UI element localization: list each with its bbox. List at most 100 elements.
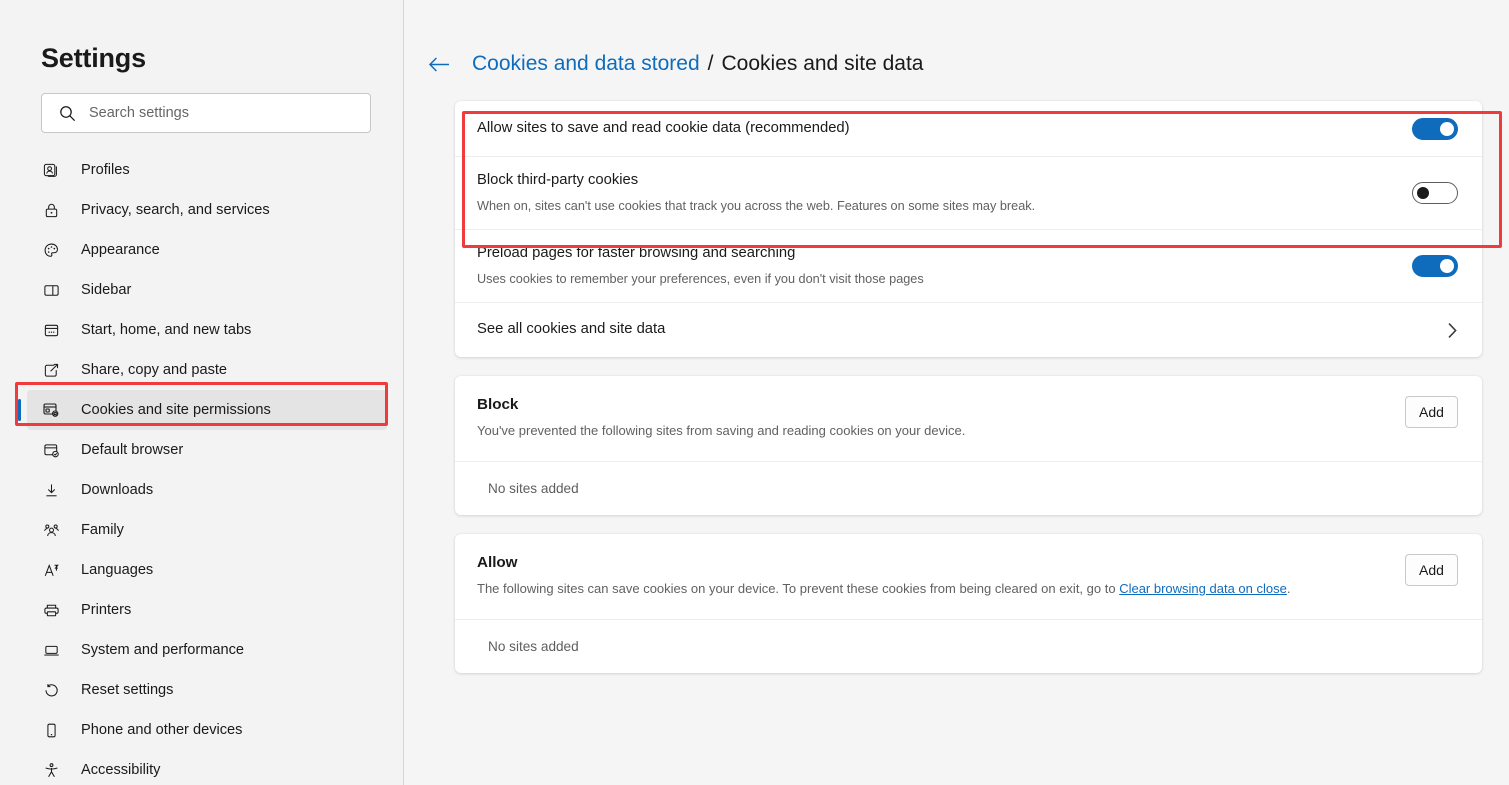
setting-title: See all cookies and site data [477,320,1438,340]
sidebar-item-downloads[interactable]: Downloads [27,470,387,510]
phone-icon [41,720,61,740]
block-section-title: Block [477,396,1379,413]
toggle-preload-pages[interactable] [1412,255,1458,277]
palette-icon [41,240,61,260]
allow-section-title: Allow [477,554,1379,571]
block-section-header: Block You've prevented the following sit… [455,376,1482,461]
sidebar-item-sidebar[interactable]: Sidebar [27,270,387,310]
allow-empty-state: No sites added [455,619,1482,673]
allow-desc-lead: The following sites can save cookies on … [477,581,1119,596]
settings-main-content: Cookies and data stored / Cookies and si… [404,0,1509,785]
toggle-knob [1440,122,1454,136]
breadcrumb: Cookies and data stored / Cookies and si… [428,52,1509,76]
setting-row-preload-pages: Preload pages for faster browsing and se… [455,229,1482,302]
setting-text: Preload pages for faster browsing and se… [477,230,1412,302]
sidebar-item-privacy-search-services[interactable]: Privacy, search, and services [27,190,387,230]
sidebar-item-accessibility[interactable]: Accessibility [27,750,387,785]
block-section-description: You've prevented the following sites fro… [477,422,1379,441]
sidebar-item-label: Accessibility [81,762,160,778]
sidebar-item-phone-and-other-devices[interactable]: Phone and other devices [27,710,387,750]
toggle-knob [1440,259,1454,273]
share-icon [41,360,61,380]
family-people-icon [41,520,61,540]
default-browser-check-icon [41,440,61,460]
breadcrumb-parent-link[interactable]: Cookies and data stored [472,52,700,76]
block-section-text: Block You've prevented the following sit… [477,396,1405,441]
sidebar-item-start-home-new-tabs[interactable]: Start, home, and new tabs [27,310,387,350]
breadcrumb-separator: / [708,52,714,76]
allow-section-text: Allow The following sites can save cooki… [477,554,1405,599]
allow-section-header: Allow The following sites can save cooki… [455,534,1482,619]
browser-window-icon [41,320,61,340]
setting-text: Block third-party cookies When on, sites… [477,157,1412,229]
setting-row-allow-sites-save-read: Allow sites to save and read cookie data… [455,101,1482,156]
sidebar-item-label: Share, copy and paste [81,362,227,378]
sidebar-item-profiles[interactable]: Profiles [27,150,387,190]
search-input[interactable] [89,105,344,121]
download-arrow-icon [41,480,61,500]
sidebar-item-label: Printers [81,602,131,618]
toggle-allow-sites-save-read-cookie-data[interactable] [1412,118,1458,140]
breadcrumb-current: Cookies and site data [722,52,924,76]
sidebar-item-family[interactable]: Family [27,510,387,550]
reset-circular-arrow-icon [41,680,61,700]
allow-sites-card: Allow The following sites can save cooki… [455,534,1482,673]
sidebar-item-label: Profiles [81,162,130,178]
sidebar-item-label: Phone and other devices [81,722,242,738]
sidebar-item-label: Family [81,522,124,538]
search-settings-box[interactable] [41,93,371,133]
settings-app: Settings Profiles [0,0,1509,785]
sidebar-item-reset-settings[interactable]: Reset settings [27,670,387,710]
add-allow-site-button[interactable]: Add [1405,554,1458,586]
block-empty-state: No sites added [455,461,1482,515]
clear-browsing-data-on-close-link[interactable]: Clear browsing data on close [1119,581,1287,596]
setting-title: Preload pages for faster browsing and se… [477,244,1412,264]
allow-section-description: The following sites can save cookies on … [477,580,1379,599]
laptop-icon [41,640,61,660]
search-icon [59,105,76,122]
sidebar-item-label: Cookies and site permissions [81,402,271,418]
setting-text: See all cookies and site data [477,306,1438,354]
sidebar-item-printers[interactable]: Printers [27,590,387,630]
sidebar-item-label: Reset settings [81,682,173,698]
accessibility-person-icon [41,760,61,780]
allow-desc-tail: . [1287,581,1291,596]
add-block-site-button[interactable]: Add [1405,396,1458,428]
toggle-knob [1417,187,1429,199]
sidebar-panel-icon [41,280,61,300]
sidebar-item-label: Sidebar [81,282,131,298]
chevron-right-icon[interactable] [1438,322,1458,339]
cookies-permissions-icon [41,400,61,420]
setting-row-block-third-party-cookies: Block third-party cookies When on, sites… [455,156,1482,229]
back-arrow-icon[interactable] [428,55,451,74]
sidebar-item-label: Languages [81,562,153,578]
language-a-icon [41,560,61,580]
profile-card-icon [41,160,61,180]
sidebar-item-share-copy-paste[interactable]: Share, copy and paste [27,350,387,390]
lock-icon [41,200,61,220]
sidebar-item-label: System and performance [81,642,244,658]
setting-row-see-all-cookies-and-site-data[interactable]: See all cookies and site data [455,302,1482,357]
sidebar-item-label: Privacy, search, and services [81,202,270,218]
setting-description: When on, sites can't use cookies that tr… [477,198,1412,215]
sidebar-item-cookies-and-site-permissions[interactable]: Cookies and site permissions [27,390,387,430]
printer-icon [41,600,61,620]
setting-title: Allow sites to save and read cookie data… [477,119,1412,139]
sidebar-nav: Profiles Privacy, search, and services [0,150,403,785]
sidebar-item-label: Appearance [81,242,160,258]
sidebar-item-label: Downloads [81,482,153,498]
sidebar-item-label: Start, home, and new tabs [81,322,251,338]
block-sites-card: Block You've prevented the following sit… [455,376,1482,515]
setting-description: Uses cookies to remember your preference… [477,271,1412,288]
toggle-block-third-party-cookies[interactable] [1412,182,1458,204]
sidebar-item-system-and-performance[interactable]: System and performance [27,630,387,670]
setting-text: Allow sites to save and read cookie data… [477,105,1412,153]
sidebar-item-label: Default browser [81,442,183,458]
sidebar-item-appearance[interactable]: Appearance [27,230,387,270]
cookie-settings-card: Allow sites to save and read cookie data… [455,101,1482,357]
sidebar-item-default-browser[interactable]: Default browser [27,430,387,470]
settings-sidebar: Settings Profiles [0,0,404,785]
page-title: Settings [41,43,403,74]
setting-title: Block third-party cookies [477,171,1412,191]
sidebar-item-languages[interactable]: Languages [27,550,387,590]
